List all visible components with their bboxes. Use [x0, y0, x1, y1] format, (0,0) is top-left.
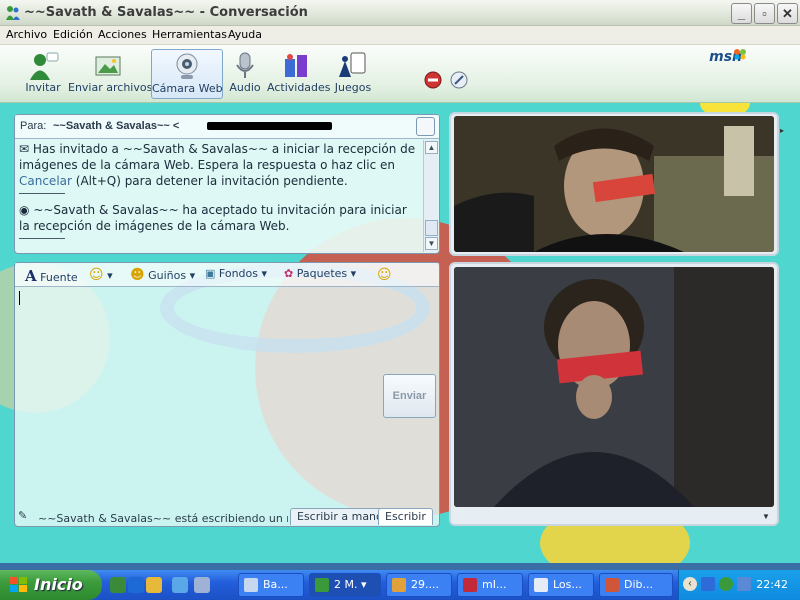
browser-icon: [534, 578, 548, 592]
display-picture-icon[interactable]: [450, 71, 468, 89]
scroll-thumb[interactable]: [425, 220, 438, 236]
taskbar-item[interactable]: 2 M. ▾: [309, 573, 381, 597]
message-divider: [19, 193, 65, 194]
recipient-bar: Para: ~~Savath & Savalas~~ <: [15, 115, 439, 139]
smiley-icon: ☺: [89, 267, 104, 283]
self-webcam-image: [454, 267, 774, 507]
messenger-icon: [315, 578, 329, 592]
taskbar-item[interactable]: 29....: [386, 573, 452, 597]
send-files-icon: [95, 56, 121, 76]
scroll-down-arrow[interactable]: ▼: [425, 237, 438, 250]
webcam-small-icon: ◉: [19, 203, 30, 217]
typing-status: ~~Savath & Savalas~~ está escribiendo un…: [38, 512, 288, 525]
status-bar: ✎ ~~Savath & Savalas~~ está escribiendo …: [14, 508, 440, 527]
send-button[interactable]: Enviar: [383, 374, 436, 418]
taskbar-item[interactable]: Ba...: [238, 573, 304, 597]
gift-icon: ✿: [284, 267, 294, 280]
text-input-caret[interactable]: [19, 291, 20, 305]
menu-acciones[interactable]: Acciones: [98, 28, 147, 41]
block-icon[interactable]: [424, 71, 442, 89]
menu-edicion[interactable]: Edición: [53, 28, 93, 41]
contact-card-icon[interactable]: [416, 117, 435, 136]
nudge-icon: ☺: [377, 267, 392, 283]
nudge-button[interactable]: ☺: [377, 267, 392, 283]
tray-network-icon[interactable]: [737, 577, 751, 591]
scroll-up-arrow[interactable]: ▲: [425, 141, 438, 154]
wink-icon: ☻: [130, 267, 145, 283]
video-scroll-left-arrow[interactable]: ▸: [780, 126, 786, 136]
quicklaunch-plane-icon[interactable]: [172, 577, 188, 593]
remote-webcam-view: [454, 116, 774, 252]
quicklaunch-messenger-icon[interactable]: [110, 577, 126, 593]
webcam-button[interactable]: Cámara Web: [151, 49, 223, 99]
cancel-invitation-link[interactable]: Cancelar: [19, 174, 72, 188]
messenger-app-icon: [6, 6, 20, 20]
window-title: ~~Savath & Savalas~~ - Conversación: [24, 5, 308, 20]
media-icon: [463, 578, 477, 592]
minimize-button[interactable]: _: [731, 3, 752, 24]
microphone-icon: [236, 52, 254, 78]
download-icon: [392, 578, 406, 592]
invite-button[interactable]: Invitar: [24, 49, 62, 99]
message-item: ◉ ~~Savath & Savalas~~ ha aceptado tu in…: [19, 203, 407, 233]
system-tray: ‹ 22:42: [678, 570, 800, 600]
msn-butterfly-icon: [734, 49, 746, 60]
conversation-history-pane: Para: ~~Savath & Savalas~~ < ✉ Has invit…: [14, 114, 440, 254]
taskbar: Inicio Ba... 2 M. ▾ 29.... mI... Los... …: [0, 570, 800, 600]
quicklaunch-pencil-icon[interactable]: [146, 577, 162, 593]
to-label: Para:: [20, 120, 47, 132]
envelope-icon: ✉: [19, 142, 30, 156]
remote-webcam-image: [454, 116, 774, 252]
tab-handwriting[interactable]: Escribir a mano: [290, 508, 390, 525]
font-icon: A: [25, 267, 37, 285]
video-options-arrow[interactable]: ▼: [762, 512, 772, 521]
typing-pen-icon: ✎: [18, 510, 28, 522]
activities-button[interactable]: Actividades: [267, 49, 331, 99]
winks-button[interactable]: ☻ Guiños ▾: [130, 267, 195, 283]
message-history: ✉ Has invitado a ~~Savath & Savalas~~ a …: [19, 141, 421, 253]
clock: 22:42: [756, 578, 788, 591]
packages-button[interactable]: ✿ Paquetes ▾: [284, 267, 356, 280]
taskbar-item[interactable]: Los...: [528, 573, 594, 597]
paint-icon: [605, 578, 619, 592]
redacted-email: [207, 122, 332, 130]
tray-expand-icon[interactable]: ‹: [683, 577, 697, 591]
emoticons-button[interactable]: ☺ ▾: [89, 267, 113, 283]
format-toolbar: A Fuente ☺ ▾ ☻ Guiños ▾ ▣ Fondos ▾ ✿ Paq…: [15, 263, 439, 287]
folder-icon: [244, 578, 258, 592]
menu-bar: Archivo Edición Acciones Herramientas Ay…: [0, 26, 800, 45]
message-item: ✉ Has invitado a ~~Savath & Savalas~~ a …: [19, 142, 416, 188]
title-bar: ~~Savath & Savalas~~ - Conversación _ ▫ …: [0, 0, 800, 26]
self-webcam-view: [454, 267, 774, 507]
windows-logo-icon: [10, 577, 27, 592]
tray-plane-icon[interactable]: [701, 577, 715, 591]
backgrounds-button[interactable]: ▣ Fondos ▾: [205, 267, 267, 280]
send-files-button[interactable]: Enviar archivos: [68, 49, 152, 99]
tab-type[interactable]: Escribir: [378, 508, 433, 525]
activities-icon: [285, 54, 307, 77]
contact-name: ~~Savath & Savalas~~ <: [53, 120, 180, 132]
background-icon: ▣: [205, 267, 216, 280]
history-scrollbar[interactable]: ▲ ▼: [423, 140, 438, 252]
close-button[interactable]: ✕: [777, 3, 798, 24]
games-button[interactable]: Juegos: [334, 49, 372, 99]
audio-button[interactable]: Audio: [229, 49, 261, 99]
menu-ayuda[interactable]: Ayuda: [228, 28, 262, 41]
toolbar: Invitar Enviar archivos Cámara Web Audio…: [0, 45, 800, 103]
start-button[interactable]: Inicio: [0, 570, 102, 600]
games-icon: [339, 52, 366, 77]
maximize-button[interactable]: ▫: [754, 3, 775, 24]
menu-herramientas[interactable]: Herramientas: [152, 28, 227, 41]
invite-icon: [30, 52, 59, 80]
menu-archivo[interactable]: Archivo: [6, 28, 47, 41]
font-button[interactable]: A Fuente: [25, 267, 78, 285]
message-divider: [19, 238, 65, 239]
quicklaunch-settings-icon[interactable]: [194, 577, 210, 593]
quicklaunch-ie-icon[interactable]: [128, 577, 144, 593]
webcam-icon: [176, 53, 198, 79]
compose-pane: A Fuente ☺ ▾ ☻ Guiños ▾ ▣ Fondos ▾ ✿ Paq…: [14, 262, 440, 527]
taskbar-item[interactable]: mI...: [457, 573, 523, 597]
tray-messenger-icon[interactable]: [719, 577, 733, 591]
taskbar-item[interactable]: Dib...: [599, 573, 673, 597]
